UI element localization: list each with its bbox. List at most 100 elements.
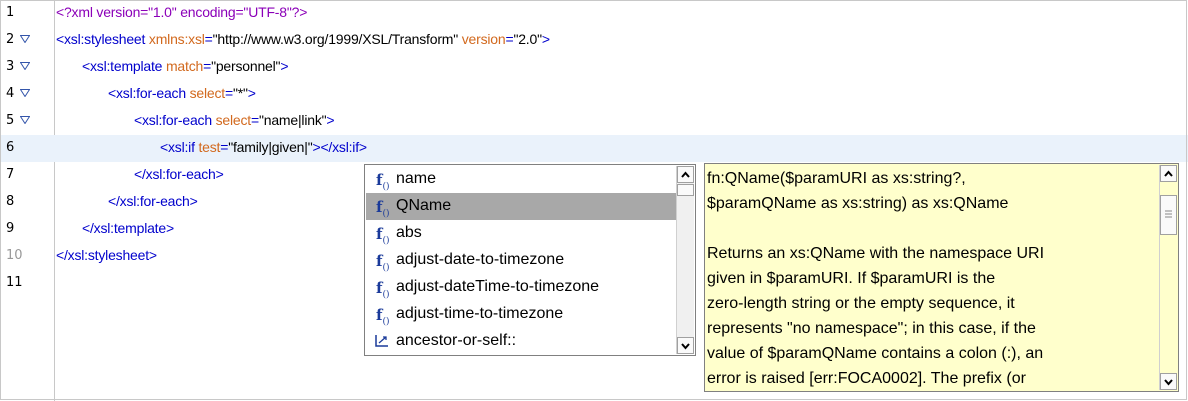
fold-toggle-icon[interactable] [20,89,30,97]
function-icon: f() [376,225,390,246]
code-text: <xsl:if test="family|given|"></xsl:if> [160,139,367,155]
code-token: select [215,112,252,128]
chevron-up-icon [1164,170,1173,177]
completion-item[interactable]: f() name [366,166,676,193]
fold-toggle-icon[interactable] [20,116,30,124]
code-token: </xsl:template> [82,220,174,236]
line-number: 6 [6,140,15,155]
documentation-tooltip: fn:QName($paramURI as xs:string?, $param… [704,163,1179,392]
code-line[interactable]: 3 <xsl:template match="personnel"> [0,54,1188,81]
code-token: xmlns:xsl [148,31,205,47]
completion-scrollbar[interactable] [676,166,694,354]
code-token: test [198,139,221,155]
code-token: "2.0" [513,31,542,47]
code-token: > [280,58,289,74]
code-token: = [204,31,213,47]
line-number: 4 [6,86,15,101]
scroll-down-button[interactable] [677,337,694,354]
function-icon: f() [376,252,390,273]
code-token: <?xml version="1.0" encoding="UTF-8"?> [56,4,308,20]
code-token: <xsl:template [82,58,166,74]
code-text: <xsl:for-each select="*"> [108,85,256,101]
completion-item-label: adjust-date-to-timezone [396,251,565,268]
code-token: <xsl:for-each [134,112,216,128]
code-token: version [458,31,506,47]
scroll-up-button[interactable] [677,166,694,183]
completion-item-label: abs [396,224,422,241]
code-line[interactable]: 4 <xsl:for-each select="*"> [0,81,1188,108]
completion-item-label: QName [396,197,452,214]
line-number: 2 [6,32,15,47]
chevron-down-icon [1164,379,1173,386]
code-token: > [247,85,256,101]
code-token: "personnel" [211,58,281,74]
code-token: "*" [232,85,248,101]
completion-item[interactable]: f() QName [366,193,676,220]
code-line[interactable]: 2 <xsl:stylesheet xmlns:xsl="http://www.w… [0,27,1188,54]
documentation-scrollbar[interactable] [1159,165,1177,390]
doc-scroll-thumb[interactable] [1160,195,1177,235]
code-token: select [189,85,226,101]
code-line[interactable]: 6 <xsl:if test="family|given|"></xsl:if> [0,135,1188,162]
code-token: </xsl:for-each> [108,193,198,209]
line-number: 3 [6,59,15,74]
completion-item[interactable]: f() adjust-date-to-timezone [366,247,676,274]
line-number: 10 [6,248,23,263]
grip-icon [1165,210,1172,218]
line-number: 7 [6,167,15,182]
completion-popup[interactable]: f() name f() QName f() abs f() adjust-date-to-t… [364,164,696,356]
code-token: <xsl:if [160,139,199,155]
line-number: 9 [6,221,15,236]
completion-item[interactable]: f() adjust-time-to-timezone [366,301,676,328]
code-text: <xsl:template match="personnel"> [82,58,288,74]
code-text: </xsl:for-each> [108,193,198,209]
doc-scroll-up-button[interactable] [1160,165,1177,182]
code-text: </xsl:stylesheet> [56,247,157,263]
line-number: 11 [6,275,23,290]
line-number: 5 [6,113,15,128]
documentation-text: fn:QName($paramURI as xs:string?, $param… [707,170,1045,387]
code-text: <xsl:for-each select="name|link"> [134,112,335,128]
code-token: = [225,85,233,101]
code-token: </xsl:for-each> [134,166,224,182]
code-token: <xsl:stylesheet [56,31,149,47]
function-icon: f() [376,306,390,327]
code-text: </xsl:for-each> [134,166,224,182]
code-token: <xsl:for-each [108,85,190,101]
code-token: "http://www.w3.org/1999/XSL/Transform" [212,31,459,47]
code-line[interactable]: 1 <?xml version="1.0" encoding="UTF-8"?> [0,0,1188,27]
code-text: </xsl:template> [82,220,174,236]
code-token: = [251,112,259,128]
completion-item-label: name [396,170,437,187]
code-token: "family|given|" [228,139,313,155]
chevron-up-icon [681,171,690,178]
line-number: 1 [6,5,15,20]
code-text: <?xml version="1.0" encoding="UTF-8"?> [56,4,307,20]
xml-editor[interactable]: 1 <?xml version="1.0" encoding="UTF-8"?> 2… [0,0,1188,401]
function-icon: f() [376,279,390,300]
doc-scroll-down-button[interactable] [1160,373,1177,390]
code-token: "name|link" [258,112,327,128]
chevron-down-icon [681,343,690,350]
completion-item-label: adjust-time-to-timezone [396,305,564,322]
completion-item-label: ancestor-or-self:: [396,332,517,349]
axis-icon [374,334,390,353]
line-number: 8 [6,194,15,209]
function-icon: f() [376,198,390,219]
completion-item[interactable]: f() adjust-dateTime-to-timezone [366,274,676,301]
code-text: <xsl:stylesheet xmlns:xsl="http://www.w3… [56,31,550,47]
code-token: </xsl:stylesheet> [56,247,157,263]
completion-item[interactable]: f() abs [366,220,676,247]
completion-item[interactable]: ancestor-or-self:: [366,328,676,355]
code-token: > [326,112,335,128]
code-token: match [165,58,204,74]
fold-toggle-icon[interactable] [20,35,30,43]
code-token: ></xsl:if> [312,139,367,155]
code-line[interactable]: 5 <xsl:for-each select="name|link"> [0,108,1188,135]
code-token: = [203,58,212,74]
fold-toggle-icon[interactable] [20,62,30,70]
function-icon: f() [376,171,390,192]
code-token: > [541,31,550,47]
completion-item-label: adjust-dateTime-to-timezone [396,278,600,295]
scroll-thumb[interactable] [677,184,694,196]
